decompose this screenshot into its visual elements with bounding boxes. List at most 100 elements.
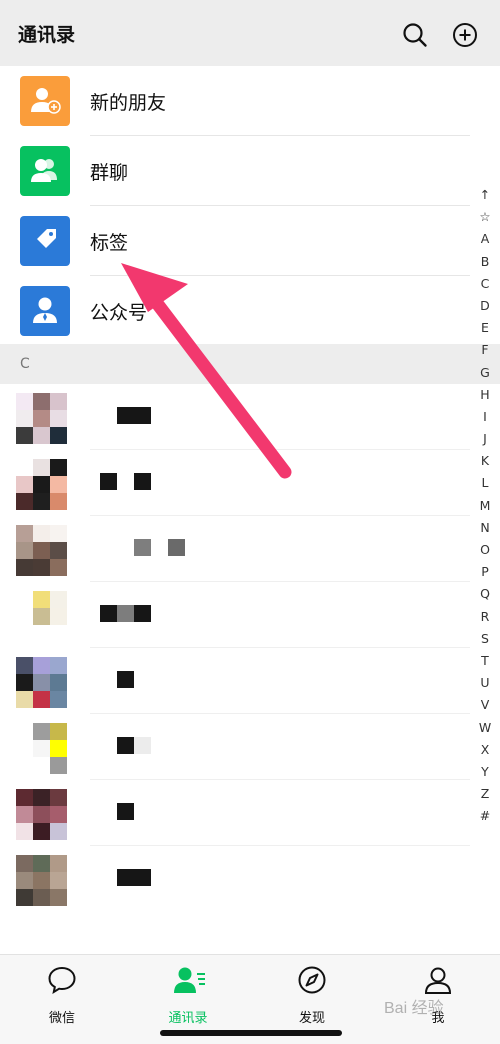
index-letter[interactable]: G bbox=[476, 362, 494, 384]
avatar-pixel bbox=[16, 740, 33, 757]
add-friend-icon bbox=[20, 76, 70, 126]
avatar bbox=[16, 393, 67, 444]
index-letter[interactable]: V bbox=[476, 694, 494, 716]
avatar-pixel bbox=[33, 723, 50, 740]
index-letter[interactable]: L bbox=[476, 472, 494, 494]
entry-official-accounts[interactable]: 公众号 bbox=[0, 276, 470, 346]
avatar-pixel bbox=[33, 542, 50, 559]
search-icon[interactable] bbox=[402, 22, 428, 48]
avatar-pixel bbox=[16, 889, 33, 906]
section-letter: C bbox=[20, 356, 30, 372]
avatar-pixel bbox=[33, 459, 50, 476]
index-letter[interactable]: N bbox=[476, 517, 494, 539]
redaction-block bbox=[134, 407, 151, 424]
index-letter[interactable]: R bbox=[476, 606, 494, 628]
index-letter[interactable]: Y bbox=[476, 761, 494, 783]
avatar bbox=[16, 459, 67, 510]
index-letter[interactable]: E bbox=[476, 317, 494, 339]
index-letter[interactable]: D bbox=[476, 295, 494, 317]
avatar bbox=[16, 723, 67, 774]
chat-bubble-icon bbox=[48, 966, 76, 995]
index-letter[interactable]: O bbox=[476, 539, 494, 561]
index-letter[interactable]: A bbox=[476, 228, 494, 250]
avatar-pixel bbox=[33, 625, 50, 642]
avatar-pixel bbox=[50, 591, 67, 608]
avatar-pixel bbox=[16, 757, 33, 774]
redaction-block bbox=[134, 539, 151, 556]
contact-row[interactable] bbox=[0, 516, 470, 582]
avatar-pixel bbox=[50, 559, 67, 576]
entry-new-friends[interactable]: 新的朋友 bbox=[0, 66, 470, 136]
avatar-pixel bbox=[33, 476, 50, 493]
index-letter[interactable]: P bbox=[476, 561, 494, 583]
index-letter[interactable]: ☆ bbox=[476, 206, 494, 228]
index-letter[interactable]: U bbox=[476, 672, 494, 694]
avatar-pixel bbox=[33, 559, 50, 576]
contact-row[interactable] bbox=[0, 450, 470, 516]
index-letter[interactable]: J bbox=[476, 428, 494, 450]
avatar-pixel bbox=[16, 559, 33, 576]
avatar-pixel bbox=[50, 608, 67, 625]
avatar-pixel bbox=[50, 525, 67, 542]
avatar bbox=[16, 657, 67, 708]
redaction-block bbox=[117, 671, 134, 688]
contact-row[interactable] bbox=[0, 648, 470, 714]
index-letter[interactable]: C bbox=[476, 273, 494, 295]
avatar-pixel bbox=[16, 608, 33, 625]
avatar-pixel bbox=[33, 872, 50, 889]
contact-row[interactable] bbox=[0, 780, 470, 846]
redaction-block bbox=[117, 473, 134, 490]
avatar-pixel bbox=[50, 393, 67, 410]
page-title: 通讯录 bbox=[18, 24, 76, 46]
avatar-pixel bbox=[33, 410, 50, 427]
avatar-pixel bbox=[33, 691, 50, 708]
avatar-pixel bbox=[16, 806, 33, 823]
tab-discover[interactable]: 发现 bbox=[262, 963, 362, 1026]
avatar-pixel bbox=[50, 855, 67, 872]
contact-name-redacted bbox=[100, 473, 151, 490]
redaction-block bbox=[134, 671, 151, 688]
index-letter[interactable]: I bbox=[476, 406, 494, 428]
avatar bbox=[16, 525, 67, 576]
index-letter[interactable]: Z bbox=[476, 783, 494, 805]
index-letter[interactable]: F bbox=[476, 339, 494, 361]
plus-circle-icon[interactable] bbox=[452, 22, 478, 48]
contact-name-redacted bbox=[100, 869, 151, 886]
index-letter[interactable]: X bbox=[476, 739, 494, 761]
entry-tags[interactable]: 标签 bbox=[0, 206, 470, 276]
contact-name-redacted bbox=[100, 539, 202, 556]
avatar-pixel bbox=[50, 427, 67, 444]
index-letter[interactable]: S bbox=[476, 628, 494, 650]
redaction-block bbox=[117, 737, 134, 754]
home-indicator bbox=[160, 1030, 342, 1036]
tab-label: 发现 bbox=[298, 1011, 325, 1026]
redaction-block bbox=[100, 671, 117, 688]
index-letter[interactable]: M bbox=[476, 495, 494, 517]
index-letter[interactable]: Q bbox=[476, 583, 494, 605]
alphabet-index[interactable]: ↑ ☆ A B C D E F G H I J K L M N O P Q R S T U V W X Y Z # bbox=[476, 184, 494, 827]
redaction-block bbox=[117, 407, 134, 424]
index-letter[interactable]: H bbox=[476, 384, 494, 406]
index-letter[interactable]: # bbox=[476, 805, 494, 827]
tab-chats[interactable]: 微信 bbox=[12, 963, 112, 1026]
redaction-block bbox=[100, 539, 117, 556]
index-letter[interactable]: B bbox=[476, 251, 494, 273]
index-letter[interactable]: T bbox=[476, 650, 494, 672]
avatar-pixel bbox=[33, 591, 50, 608]
avatar-pixel bbox=[16, 410, 33, 427]
tab-contacts[interactable]: 通讯录 bbox=[138, 963, 238, 1026]
contact-row[interactable] bbox=[0, 846, 470, 912]
entry-group-chats[interactable]: 群聊 bbox=[0, 136, 470, 206]
index-letter[interactable]: K bbox=[476, 450, 494, 472]
contact-row[interactable] bbox=[0, 384, 470, 450]
avatar-pixel bbox=[50, 625, 67, 642]
redaction-block bbox=[100, 803, 117, 820]
redaction-block bbox=[100, 737, 117, 754]
contact-row[interactable] bbox=[0, 714, 470, 780]
contact-row[interactable] bbox=[0, 582, 470, 648]
avatar bbox=[16, 789, 67, 840]
index-letter[interactable]: W bbox=[476, 717, 494, 739]
compass-icon bbox=[298, 966, 326, 994]
entry-label: 新的朋友 bbox=[90, 92, 167, 114]
index-letter[interactable]: ↑ bbox=[476, 184, 494, 206]
